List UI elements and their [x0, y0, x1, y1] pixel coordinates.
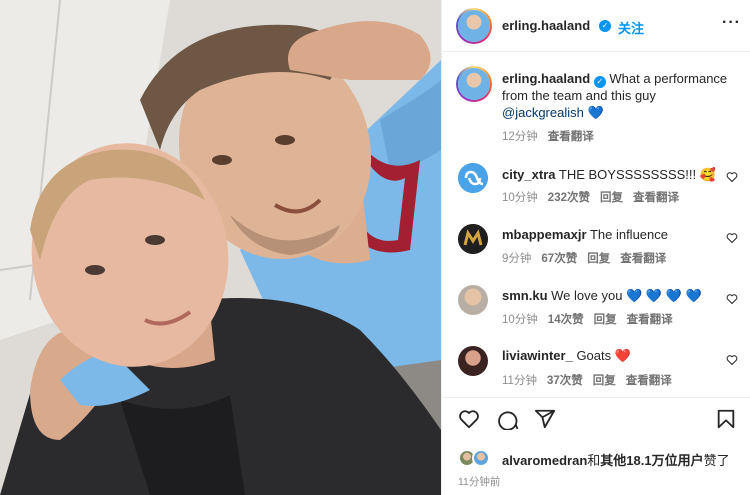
post-photo[interactable] — [0, 0, 441, 495]
comment-heart-icon[interactable] — [726, 293, 738, 305]
city-xtra-logo-icon — [458, 163, 488, 193]
liker-avatar[interactable] — [472, 449, 490, 467]
verified-badge-icon: ✓ — [599, 20, 611, 32]
likes-others-link[interactable]: 其他18.1万位用户 — [600, 453, 703, 468]
comment-reply-button[interactable]: 回复 — [594, 314, 617, 326]
comment-text: THE BOYSSSSSSSS!!! — [558, 167, 697, 182]
bookmark-icon[interactable] — [715, 408, 737, 430]
comment-username[interactable]: smn.ku — [502, 288, 548, 303]
post-header: erling.haaland ✓ 关注 ··· — [442, 0, 750, 52]
comment-text: The influence — [589, 227, 668, 242]
blue-heart-emoji: 💙 — [587, 105, 604, 120]
caption-mention-link[interactable]: @jackgrealish — [502, 105, 584, 120]
comment-time: 10分钟 — [502, 314, 538, 326]
comment-text: Goats — [576, 348, 612, 363]
selfie-image — [0, 0, 441, 495]
comment-meta: 10分钟 232次赞 回复 查看翻译 — [502, 189, 679, 205]
comment-likes[interactable]: 232次赞 — [548, 192, 590, 204]
comment-row: mbappemaxjr The influence — [502, 227, 732, 242]
heart-icon[interactable] — [458, 408, 480, 430]
comment-icon[interactable] — [497, 408, 519, 430]
comment-likes[interactable]: 37次赞 — [547, 375, 583, 387]
comment-reply-button[interactable]: 回复 — [587, 253, 610, 265]
comment-translate-link[interactable]: 查看翻译 — [620, 253, 666, 265]
actions-divider — [442, 397, 750, 398]
comment-emoji: 💙 💙 💙 💙 — [626, 288, 702, 303]
caption-time: 12分钟 — [502, 131, 538, 143]
comment-heart-icon[interactable] — [726, 171, 738, 183]
verified-badge-icon: ✓ — [593, 76, 606, 88]
comment-reply-button[interactable]: 回复 — [593, 375, 616, 387]
caption-meta: 12分钟 查看翻译 — [502, 128, 594, 144]
comment-username[interactable]: liviawinter_ — [502, 348, 573, 363]
author-avatar[interactable] — [456, 8, 492, 44]
author-username[interactable]: erling.haaland — [502, 18, 590, 33]
comment-row: city_xtra THE BOYSSSSSSSS!!! 🥰 — [502, 167, 732, 183]
comment-time: 9分钟 — [502, 253, 532, 265]
post-timestamp[interactable]: 11分钟前 — [458, 474, 500, 489]
likes-suffix: 赞了 — [703, 453, 730, 468]
likes-summary: alvaromedran和其他18.1万位用户赞了 — [502, 450, 730, 469]
comment-meta: 11分钟 37次赞 回复 查看翻译 — [502, 372, 672, 388]
comment-translate-link[interactable]: 查看翻译 — [633, 192, 679, 204]
comment-translate-link[interactable]: 查看翻译 — [626, 375, 672, 387]
comment-time: 10分钟 — [502, 192, 538, 204]
comment-likes[interactable]: 14次赞 — [548, 314, 584, 326]
comment-meta: 9分钟 67次赞 回复 查看翻译 — [502, 250, 666, 266]
more-options-icon[interactable]: ··· — [722, 14, 741, 32]
comment-time: 11分钟 — [502, 375, 537, 387]
comment-translate-link[interactable]: 查看翻译 — [627, 314, 673, 326]
post-caption: erling.haaland ✓ What a performance from… — [502, 70, 734, 121]
m-logo-icon — [458, 224, 488, 254]
share-icon[interactable] — [534, 408, 556, 430]
comment-row: smn.ku We love you 💙 💙 💙 💙 — [502, 288, 732, 304]
liker-username[interactable]: alvaromedran — [502, 453, 587, 468]
comment-meta: 10分钟 14次赞 回复 查看翻译 — [502, 311, 673, 327]
likes-connector: 和 — [587, 453, 601, 468]
comment-avatar-mbappemaxjr[interactable] — [458, 224, 488, 254]
comment-heart-icon[interactable] — [726, 354, 738, 366]
caption-translate-link[interactable]: 查看翻译 — [548, 131, 594, 143]
comment-avatar-city-xtra[interactable] — [458, 163, 488, 193]
comment-username[interactable]: mbappemaxjr — [502, 227, 587, 242]
comment-likes[interactable]: 67次赞 — [541, 253, 577, 265]
comment-avatar-liviawinter[interactable] — [458, 346, 488, 376]
follow-button[interactable]: 关注 — [618, 18, 644, 37]
comment-username[interactable]: city_xtra — [502, 167, 555, 182]
caption-username[interactable]: erling.haaland — [502, 71, 590, 86]
comment-emoji: 🥰 — [699, 167, 716, 182]
comment-row: liviawinter_ Goats ❤️ — [502, 348, 732, 364]
comment-heart-icon[interactable] — [726, 232, 738, 244]
caption-author-avatar[interactable] — [456, 66, 492, 102]
comment-avatar-smn-ku[interactable] — [458, 285, 488, 315]
comment-text: We love you — [551, 288, 623, 303]
comment-emoji: ❤️ — [614, 348, 631, 363]
post-sidebar: erling.haaland ✓ 关注 ··· erling.haaland ✓… — [441, 0, 750, 495]
comment-reply-button[interactable]: 回复 — [600, 192, 623, 204]
